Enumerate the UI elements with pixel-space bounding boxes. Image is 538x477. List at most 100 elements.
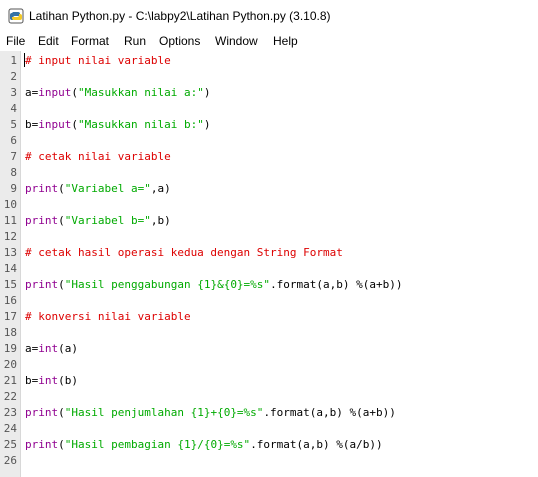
code-line[interactable]: 8 <box>0 165 538 181</box>
code-line[interactable]: 21 b=int(b) <box>0 373 538 389</box>
code-token-builtin: print <box>25 278 59 291</box>
code-token-builtin: int <box>38 374 59 387</box>
line-number: 20 <box>3 358 17 371</box>
code-token-plain: ( <box>58 438 65 451</box>
menu-format[interactable]: Format <box>71 33 109 49</box>
code-token-comment: # konversi nilai variable <box>25 310 191 323</box>
code-line[interactable]: 15 print("Hasil penggabungan {1}&{0}=%s".… <box>0 277 538 293</box>
code-token-plain: a= <box>25 86 39 99</box>
line-number: 5 <box>10 118 17 131</box>
code-line[interactable]: 7 # cetak nilai variable <box>0 149 538 165</box>
code-line[interactable]: 3 a=input("Masukkan nilai a:") <box>0 85 538 101</box>
code-token-plain: .format(a,b) %(a+b)) <box>270 278 403 291</box>
code-token-plain: b= <box>25 118 39 131</box>
menu-edit[interactable]: Edit <box>38 33 59 49</box>
code-text: print("Hasil penjumlahan {1}+{0}=%s".for… <box>25 405 396 421</box>
code-token-comment: # cetak hasil operasi kedua dengan Strin… <box>25 246 343 259</box>
code-line[interactable]: 10 <box>0 197 538 213</box>
code-text: # cetak nilai variable <box>25 149 171 165</box>
code-token-comment: # input nilai variable <box>25 54 171 67</box>
code-token-builtin: input <box>38 86 72 99</box>
line-number: 13 <box>3 246 17 259</box>
code-token-plain: b= <box>25 374 39 387</box>
code-token-builtin: input <box>38 118 72 131</box>
code-line[interactable]: 20 <box>0 357 538 373</box>
line-number: 10 <box>3 198 17 211</box>
menu-help[interactable]: Help <box>273 33 298 49</box>
line-number: 7 <box>10 150 17 163</box>
code-token-plain: ,a) <box>150 182 171 195</box>
title-bar[interactable]: Latihan Python.py - C:\labpy2\Latihan Py… <box>0 0 538 31</box>
code-token-plain: ( <box>71 118 78 131</box>
line-number: 24 <box>3 422 17 435</box>
code-line[interactable]: 6 <box>0 133 538 149</box>
code-token-string: "Variabel b=" <box>64 214 151 227</box>
line-number: 19 <box>3 342 17 355</box>
code-text: a=int(a) <box>25 341 78 357</box>
code-token-builtin: print <box>25 438 59 451</box>
code-text: b=input("Masukkan nilai b:") <box>25 117 210 133</box>
code-text: # input nilai variable <box>25 53 171 69</box>
code-line[interactable]: 14 <box>0 261 538 277</box>
python-icon <box>8 8 24 24</box>
code-token-string: "Hasil pembagian {1}/{0}=%s" <box>64 438 251 451</box>
code-token-plain: (a) <box>58 342 78 355</box>
code-line[interactable]: 23 print("Hasil penjumlahan {1}+{0}=%s".f… <box>0 405 538 421</box>
line-number: 17 <box>3 310 17 323</box>
code-token-plain: ( <box>58 406 65 419</box>
line-number: 21 <box>3 374 17 387</box>
line-number: 25 <box>3 438 17 451</box>
code-token-plain: ( <box>58 214 65 227</box>
code-line[interactable]: 26 <box>0 453 538 469</box>
code-line[interactable]: 19 a=int(a) <box>0 341 538 357</box>
code-token-builtin: int <box>38 342 59 355</box>
line-number: 14 <box>3 262 17 275</box>
code-line[interactable]: 12 <box>0 229 538 245</box>
code-line[interactable]: 17 # konversi nilai variable <box>0 309 538 325</box>
line-number: 16 <box>3 294 17 307</box>
code-line[interactable]: 25 print("Hasil pembagian {1}/{0}=%s".for… <box>0 437 538 453</box>
code-line[interactable]: 1 # input nilai variable <box>0 53 538 69</box>
menu-run[interactable]: Run <box>124 33 146 49</box>
line-number: 12 <box>3 230 17 243</box>
code-text: print("Hasil penggabungan {1}&{0}=%s".fo… <box>25 277 403 293</box>
code-token-builtin: print <box>25 182 59 195</box>
window-title: Latihan Python.py - C:\labpy2\Latihan Py… <box>29 9 331 23</box>
code-line[interactable]: 11 print("Variabel b=",b) <box>0 213 538 229</box>
line-number: 8 <box>10 166 17 179</box>
code-token-builtin: print <box>25 214 59 227</box>
code-token-plain: ( <box>71 86 78 99</box>
code-line[interactable]: 24 <box>0 421 538 437</box>
line-number: 9 <box>10 182 17 195</box>
line-number: 23 <box>3 406 17 419</box>
code-token-string: "Masukkan nilai a:" <box>78 86 204 99</box>
code-line[interactable]: 5 b=input("Masukkan nilai b:") <box>0 117 538 133</box>
line-number: 18 <box>3 326 17 339</box>
code-line[interactable]: 22 <box>0 389 538 405</box>
code-token-string: "Variabel a=" <box>64 182 151 195</box>
code-editor[interactable]: 1 # input nilai variable 2 3 a=input("Masukk… <box>0 51 538 477</box>
menu-options[interactable]: Options <box>159 33 200 49</box>
code-line[interactable]: 2 <box>0 69 538 85</box>
code-line[interactable]: 18 <box>0 325 538 341</box>
code-text: print("Hasil pembagian {1}/{0}=%s".forma… <box>25 437 383 453</box>
line-number: 26 <box>3 454 17 467</box>
line-number: 1 <box>10 54 17 67</box>
code-line[interactable]: 16 <box>0 293 538 309</box>
text-cursor <box>24 53 25 67</box>
code-token-plain: .format(a,b) %(a/b)) <box>250 438 383 451</box>
line-number: 15 <box>3 278 17 291</box>
code-line[interactable]: 9 print("Variabel a=",a) <box>0 181 538 197</box>
code-text: print("Variabel a=",a) <box>25 181 171 197</box>
line-number: 2 <box>10 70 17 83</box>
code-line[interactable]: 4 <box>0 101 538 117</box>
code-token-string: "Masukkan nilai b:" <box>78 118 204 131</box>
code-token-comment: # cetak nilai variable <box>25 150 171 163</box>
code-token-plain: ) <box>203 86 211 99</box>
line-number: 11 <box>3 214 17 227</box>
code-token-plain: ( <box>58 182 65 195</box>
menu-window[interactable]: Window <box>215 33 258 49</box>
code-token-plain: .format(a,b) %(a+b)) <box>263 406 396 419</box>
code-line[interactable]: 13 # cetak hasil operasi kedua dengan Str… <box>0 245 538 261</box>
menu-file[interactable]: File <box>6 33 25 49</box>
